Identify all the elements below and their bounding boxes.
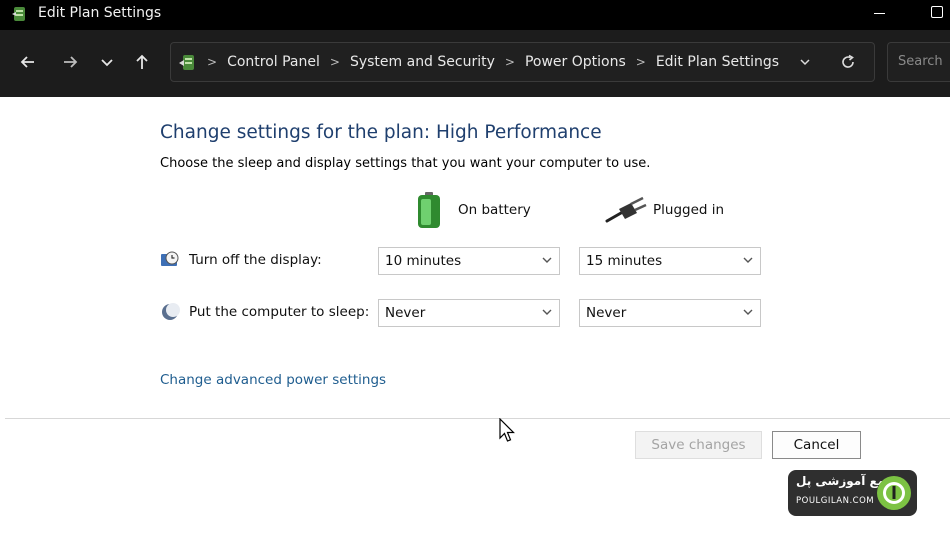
display-timeout-plugged-select[interactable]: 15 minutes: [579, 247, 761, 275]
chevron-down-icon: [800, 59, 810, 66]
up-button[interactable]: [128, 47, 156, 77]
refresh-button[interactable]: [837, 51, 859, 73]
display-timeout-icon: [161, 251, 179, 266]
breadcrumb: > Control Panel > System and Security > …: [207, 43, 779, 81]
forward-button[interactable]: [56, 47, 84, 77]
sleep-moon-icon: [162, 303, 180, 320]
breadcrumb-separator: >: [329, 55, 340, 69]
maximize-button[interactable]: [931, 6, 943, 18]
sleep-plugged-value: Never: [586, 305, 627, 321]
back-button[interactable]: [14, 47, 42, 77]
window-title: Edit Plan Settings: [38, 5, 162, 21]
plugged-in-label: Plugged in: [653, 202, 725, 218]
watermark-badge: مجتمع آموزشی پل POULGILAN.COM: [788, 470, 917, 516]
watermark-text-en: POULGILAN.COM: [796, 496, 875, 506]
address-history-dropdown[interactable]: [795, 52, 815, 72]
advanced-power-settings-link[interactable]: Change advanced power settings: [160, 372, 386, 388]
breadcrumb-edit-plan-settings[interactable]: Edit Plan Settings: [656, 54, 779, 70]
search-placeholder: Search: [898, 54, 943, 69]
refresh-icon: [842, 54, 854, 68]
arrow-right-icon: [64, 56, 78, 68]
chevron-down-icon: [541, 254, 553, 269]
chevron-down-icon: [101, 59, 113, 67]
display-timeout-battery-select[interactable]: 10 minutes: [378, 247, 560, 275]
breadcrumb-separator: >: [635, 55, 646, 69]
page-description: Choose the sleep and display settings th…: [160, 156, 651, 171]
recent-locations-button[interactable]: [93, 47, 121, 77]
sleep-battery-value: Never: [385, 305, 426, 321]
sleep-plugged-select[interactable]: Never: [579, 299, 761, 327]
on-battery-label: On battery: [458, 202, 531, 218]
control-panel-icon: [12, 7, 25, 21]
chevron-down-icon: [742, 306, 754, 321]
page-heading: Change settings for the plan: High Perfo…: [160, 122, 602, 143]
minimize-button[interactable]: [874, 13, 885, 14]
watermark-logo-icon: [877, 476, 911, 510]
arrow-left-icon: [20, 56, 34, 68]
computer-sleep-label: Put the computer to sleep:: [189, 304, 370, 320]
power-plug-icon: [605, 196, 647, 223]
chevron-down-icon: [742, 254, 754, 269]
save-changes-button[interactable]: Save changes: [635, 431, 762, 459]
control-panel-icon: [179, 55, 194, 70]
cancel-button[interactable]: Cancel: [772, 431, 861, 459]
display-timeout-battery-value: 10 minutes: [385, 253, 462, 269]
breadcrumb-power-options[interactable]: Power Options: [525, 54, 626, 70]
search-box[interactable]: Search: [887, 42, 950, 82]
turn-off-display-label: Turn off the display:: [189, 252, 322, 268]
breadcrumb-separator: >: [504, 55, 515, 69]
breadcrumb-control-panel[interactable]: Control Panel: [227, 54, 320, 70]
breadcrumb-system-and-security[interactable]: System and Security: [350, 54, 495, 70]
address-bar[interactable]: > Control Panel > System and Security > …: [170, 42, 875, 82]
title-bar: Edit Plan Settings: [0, 0, 950, 30]
column-header-plugged-in: Plugged in: [605, 190, 724, 230]
navigation-bar: > Control Panel > System and Security > …: [0, 30, 950, 97]
arrow-up-icon: [136, 54, 148, 69]
chevron-down-icon: [541, 306, 553, 321]
column-header-on-battery: On battery: [415, 190, 531, 230]
footer-divider: [5, 418, 950, 419]
sleep-battery-select[interactable]: Never: [378, 299, 560, 327]
breadcrumb-separator: >: [207, 55, 218, 69]
display-timeout-plugged-value: 15 minutes: [586, 253, 663, 269]
mouse-cursor-icon: [499, 418, 515, 442]
battery-icon: [418, 192, 440, 228]
